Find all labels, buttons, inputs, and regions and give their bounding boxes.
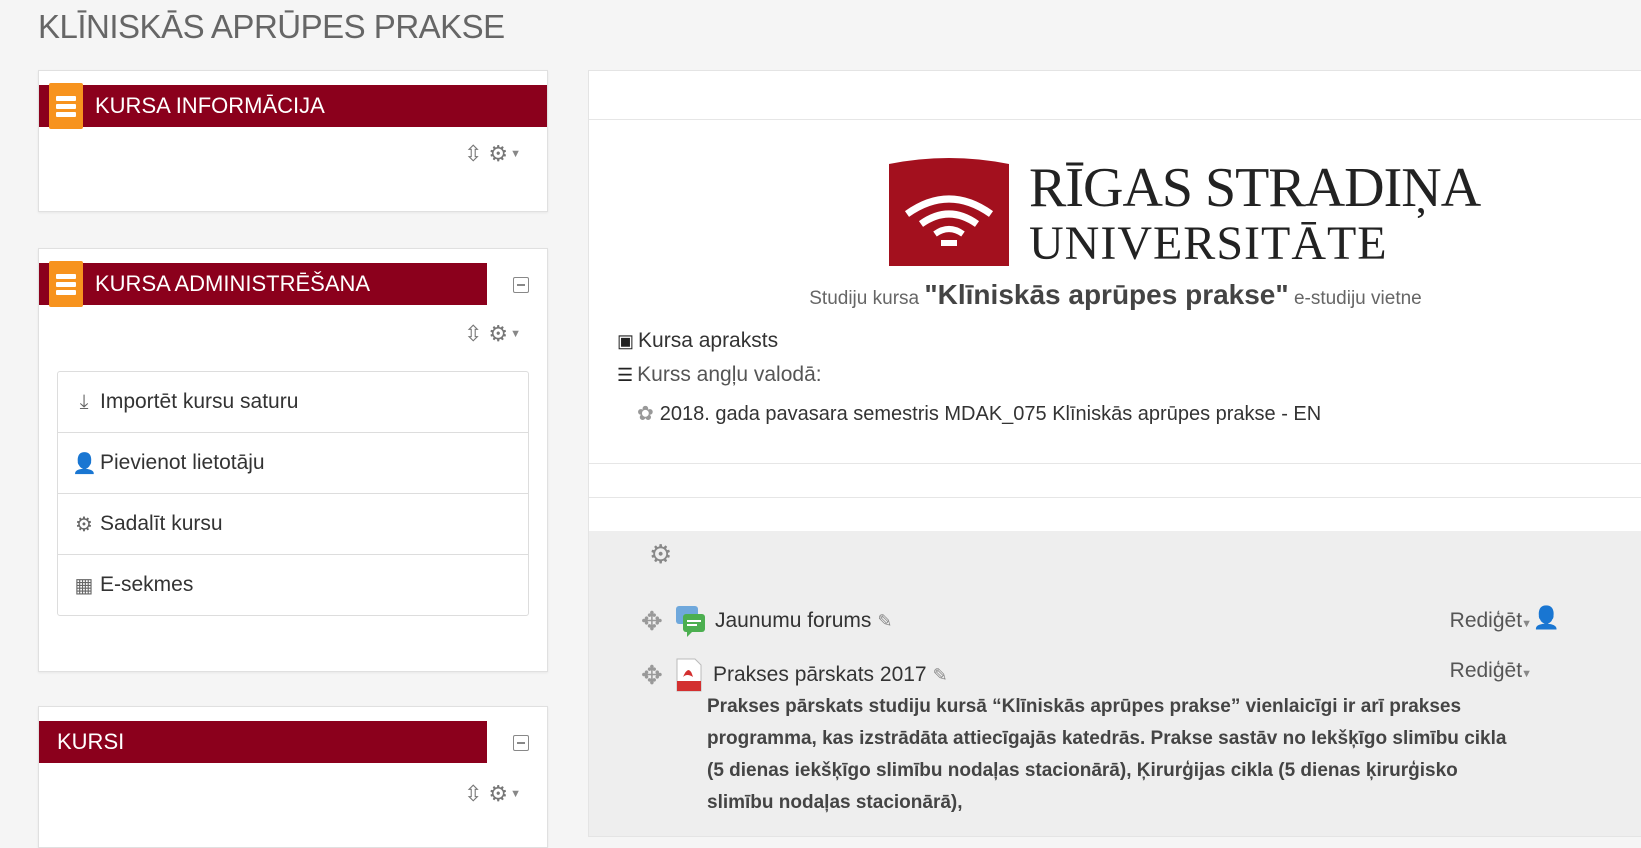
move-icon[interactable]: ✥ xyxy=(641,660,675,691)
menu-item-label: Pievienot lietotāju xyxy=(100,451,265,474)
page-title: KLĪNISKĀS APRŪPES PRAKSE xyxy=(38,8,505,45)
block-title: KURSA ADMINISTRĒŠANA xyxy=(95,271,371,296)
divider xyxy=(589,119,1641,120)
english-course-label: ☰ Kurss angļu valodā: xyxy=(617,363,822,386)
block-title: KURSI xyxy=(57,729,125,754)
menu-item-grades[interactable]: ▦ E-sekmes xyxy=(58,555,528,615)
book-icon: ▣ xyxy=(617,331,635,351)
logo-line-2: UNIVERSITĀTE xyxy=(1029,217,1388,270)
course-link-icon: ✿ xyxy=(637,403,654,425)
block-list-icon xyxy=(49,261,83,307)
gear-icon[interactable]: ⚙ xyxy=(488,141,508,167)
block-controls: ⇳ ⚙ ▼ xyxy=(464,321,521,347)
menu-item-split-course[interactable]: ⚙ Sadalīt kursu xyxy=(58,494,528,555)
menu-item-label: E-sekmes xyxy=(100,573,194,596)
edit-menu-button[interactable]: Rediģēt ▼ xyxy=(1450,609,1532,633)
move-arrows-icon[interactable]: ⇳ xyxy=(464,141,482,167)
course-name: "Klīniskās aprūpes prakse" xyxy=(924,279,1289,310)
activity-pdf: ✥ Prakses pārskats 2017 ✎ xyxy=(641,655,948,695)
divider xyxy=(589,497,1641,498)
english-course-link[interactable]: ✿ 2018. gada pavasara semestris MDAK_075 … xyxy=(637,401,1321,426)
course-description-link[interactable]: ▣ Kursa apraksts xyxy=(617,329,778,353)
chevron-down-icon[interactable]: ▼ xyxy=(510,788,521,800)
block-title: KURSA INFORMĀCIJA xyxy=(95,93,325,118)
gear-icon[interactable]: ⚙ xyxy=(488,781,508,807)
course-admin-block: KURSA ADMINISTRĒŠANA ⇳ ⚙ ▼ ⤓ Importēt ku… xyxy=(38,248,548,672)
pencil-icon[interactable]: ✎ xyxy=(877,611,892,632)
logo-line-1: RĪGAS STRADIŅA xyxy=(1029,157,1481,219)
block-controls: ⇳ ⚙ ▼ xyxy=(464,141,521,167)
move-icon[interactable]: ✥ xyxy=(641,606,675,637)
collapse-icon[interactable] xyxy=(513,277,529,293)
activity-description: Prakses pārskats studiju kursā “Klīniskā… xyxy=(707,696,1507,813)
block-header[interactable]: KURSA ADMINISTRĒŠANA xyxy=(39,261,487,307)
activity-name[interactable]: Jaunumu forums xyxy=(715,609,871,633)
menu-item-label: Importēt kursu saturu xyxy=(100,390,299,413)
block-controls: ⇳ ⚙ ▼ xyxy=(464,781,521,807)
activity-forum: ✥ Jaunumu forums ✎ xyxy=(641,601,893,641)
edit-menu-button[interactable]: Rediģēt ▼ xyxy=(1450,659,1532,683)
logo-emblem xyxy=(889,158,1009,266)
chevron-down-icon[interactable]: ▼ xyxy=(510,328,521,340)
menu-item-add-user[interactable]: 👤 Pievienot lietotāju xyxy=(58,433,528,494)
chevron-down-icon[interactable]: ▼ xyxy=(510,148,521,160)
pencil-icon[interactable]: ✎ xyxy=(933,665,948,686)
menu-item-label: Sadalīt kursu xyxy=(100,512,223,535)
user-icon[interactable]: 👤 xyxy=(1533,605,1560,631)
activity-name[interactable]: Prakses pārskats 2017 xyxy=(713,663,927,687)
course-info-block: KURSA INFORMĀCIJA ⇳ ⚙ ▼ xyxy=(38,70,548,212)
collapse-icon[interactable] xyxy=(513,735,529,751)
block-list-icon xyxy=(49,83,83,129)
site-subtitle: Studiju kursa "Klīniskās aprūpes prakse"… xyxy=(809,279,1422,310)
import-icon: ⤓ xyxy=(79,390,89,413)
forum-icon xyxy=(676,606,705,637)
move-arrows-icon[interactable]: ⇳ xyxy=(464,781,482,807)
block-header[interactable]: KURSA INFORMĀCIJA xyxy=(39,83,547,129)
admin-menu: ⤓ Importēt kursu saturu 👤 Pievienot liet… xyxy=(57,371,529,616)
course-content: RĪGAS STRADIŅA UNIVERSITĀTE Studiju kurs… xyxy=(588,70,1641,837)
gear-icon[interactable]: ⚙ xyxy=(488,321,508,347)
menu-item-import[interactable]: ⤓ Importēt kursu saturu xyxy=(58,372,528,433)
grades-table-icon: ▦ xyxy=(74,574,94,597)
divider xyxy=(589,463,1641,464)
list-icon: ☰ xyxy=(617,365,634,385)
courses-block: KURSI ⇳ ⚙ ▼ xyxy=(38,706,548,848)
add-user-icon: 👤 xyxy=(72,452,97,475)
gear-icon[interactable]: ⚙ xyxy=(649,539,672,570)
gear-icon: ⚙ xyxy=(75,513,93,536)
block-header[interactable]: KURSI xyxy=(39,721,487,763)
pdf-icon xyxy=(676,658,702,692)
move-arrows-icon[interactable]: ⇳ xyxy=(464,321,482,347)
